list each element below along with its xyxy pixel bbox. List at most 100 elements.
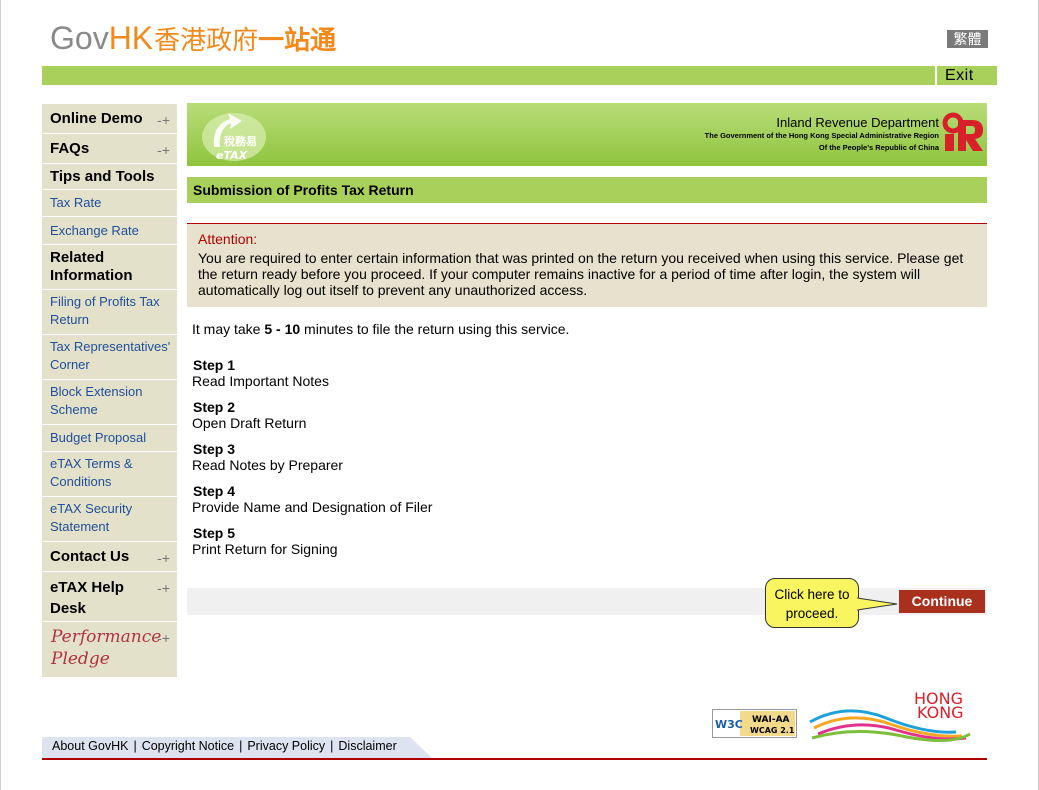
label-line: Pledge — [51, 649, 110, 669]
wcag-text: WAI-AA — [752, 715, 790, 725]
sidebar-item-performance-pledge[interactable]: Performance Pledge -+ — [42, 622, 177, 677]
callout-pointer-icon — [857, 597, 898, 611]
footer-separator: | — [133, 739, 137, 753]
sidebar: Online Demo -+ FAQs -+ Tips and Tools Ta… — [42, 104, 177, 677]
sidebar-item-label: Filing of Profits Tax Return — [50, 293, 160, 329]
step-description: Open Draft Return — [192, 415, 307, 431]
footer-separator: | — [330, 739, 334, 753]
department-subtitle: The Government of the Hong Kong Special … — [704, 131, 939, 140]
sidebar-item-label: Tax Rate — [50, 195, 102, 210]
label-line: Desk — [50, 600, 86, 617]
exit-button[interactable]: Exit — [945, 67, 974, 85]
sidebar-item-tax-representatives-corner[interactable]: Tax Representatives' Corner — [42, 335, 177, 380]
label-line: Scheme — [50, 402, 98, 417]
sidebar-heading-related-information: Related Information — [42, 245, 177, 290]
logo-hk-text: HK — [108, 20, 154, 56]
label-line: Corner — [50, 357, 90, 372]
etax-en-text: eTAX — [216, 149, 248, 162]
label-line: Return — [50, 312, 90, 327]
etax-zh-text: 稅務易 — [224, 134, 257, 148]
duration-value: 5 - 10 — [264, 321, 301, 337]
logo-zh-bold-text: 一站通 — [258, 25, 337, 55]
sidebar-item-etax-help-desk[interactable]: eTAX Help Desk -+ — [42, 572, 177, 622]
label-line: Information — [50, 267, 133, 284]
sidebar-item-label: Budget Proposal — [50, 430, 147, 445]
footer-separator: | — [239, 739, 243, 753]
top-green-bar — [42, 66, 935, 85]
expand-icon: -+ — [157, 580, 170, 596]
label-line: Performance — [51, 627, 162, 647]
footer-link-about-govhk[interactable]: About GovHK — [52, 739, 128, 753]
wcag-badge-icon[interactable]: W3C WAI-AA WCAG 2.1 — [712, 709, 797, 738]
sidebar-item-tax-rate[interactable]: Tax Rate — [42, 190, 177, 217]
sidebar-item-label: FAQs — [50, 140, 90, 157]
duration-note-prefix: It may take — [192, 321, 265, 337]
sidebar-item-label: Exchange Rate — [50, 223, 139, 238]
brand-text: KONG — [917, 703, 964, 722]
sidebar-item-contact-us[interactable]: Contact Us -+ — [42, 542, 177, 572]
sidebar-item-etax-terms-conditions[interactable]: eTAX Terms & Conditions — [42, 452, 177, 497]
callout-text: Click here to proceed. — [765, 585, 859, 623]
label-line: Block Extension — [50, 384, 143, 399]
sidebar-item-etax-security-statement[interactable]: eTAX Security Statement — [42, 497, 177, 542]
expand-icon: -+ — [157, 142, 170, 158]
sidebar-item-label: Contact Us — [50, 548, 130, 565]
sidebar-item-exchange-rate[interactable]: Exchange Rate — [42, 217, 177, 245]
footer-links: About GovHK | Copyright Notice | Privacy… — [52, 739, 397, 753]
govhk-logo[interactable]: Gov HK 香港政府 一站通 — [50, 20, 336, 60]
continue-button[interactable]: Continue — [899, 590, 985, 613]
duration-note: It may take 5 - 10 minutes to file the r… — [192, 321, 569, 337]
sidebar-item-label: Block Extension Scheme — [50, 383, 143, 419]
step-description: Read Notes by Preparer — [192, 457, 343, 473]
sidebar-item-filing-profits-tax-return[interactable]: Filing of Profits Tax Return — [42, 290, 177, 335]
label-line: Tax Representatives' — [50, 339, 171, 354]
sidebar-item-label: eTAX Help Desk — [50, 577, 124, 619]
sidebar-item-online-demo[interactable]: Online Demo -+ — [42, 104, 177, 134]
page-border — [0, 0, 1, 790]
sidebar-item-budget-proposal[interactable]: Budget Proposal — [42, 425, 177, 452]
footer-link-privacy-policy[interactable]: Privacy Policy — [247, 739, 325, 753]
step-title: Step 1 — [193, 357, 236, 373]
step-description: Provide Name and Designation of Filer — [192, 499, 433, 515]
sidebar-item-label: eTAX Security Statement — [50, 500, 132, 536]
w3c-text: W3C — [715, 718, 743, 731]
language-toggle-button[interactable]: 繁體 — [947, 30, 988, 48]
step-description: Print Return for Signing — [192, 541, 338, 557]
label-line: Related — [50, 249, 105, 266]
step-description: Read Important Notes — [192, 373, 329, 389]
department-subtitle: Of the People's Republic of China — [818, 143, 939, 152]
attention-message: You are required to enter certain inform… — [198, 250, 964, 298]
sidebar-item-label: Online Demo — [50, 110, 143, 127]
label-line: Filing of Profits Tax — [50, 294, 160, 309]
logo-zh-text: 香港政府 — [154, 25, 259, 55]
wcag-text: WCAG 2.1 — [750, 726, 795, 735]
step-title: Step 3 — [193, 441, 236, 457]
sidebar-item-label: Related Information — [50, 249, 133, 285]
callout-line: Click here to — [774, 587, 850, 602]
department-name: Inland Revenue Department — [776, 115, 939, 130]
footer-divider — [42, 758, 987, 760]
sidebar-item-block-extension-scheme[interactable]: Block Extension Scheme — [42, 380, 177, 425]
page-title: Submission of Profits Tax Return — [193, 182, 414, 198]
duration-note-suffix: minutes to file the return using this se… — [300, 321, 570, 337]
sidebar-item-label: Tax Representatives' Corner — [50, 338, 170, 374]
label-line: eTAX Help — [50, 579, 124, 596]
sidebar-heading-tips-and-tools: Tips and Tools — [42, 164, 177, 190]
step-title: Step 4 — [193, 483, 236, 499]
attention-label: Attention: — [198, 231, 258, 247]
step-title: Step 2 — [193, 399, 236, 415]
performance-pledge-logo: Performance Pledge — [51, 626, 161, 670]
label-line: eTAX Security — [50, 501, 133, 516]
ird-logo-icon — [942, 112, 983, 151]
sidebar-item-faqs[interactable]: FAQs -+ — [42, 134, 177, 164]
expand-icon: -+ — [157, 630, 170, 646]
footer-link-disclaimer[interactable]: Disclaimer — [338, 739, 396, 753]
step-title: Step 5 — [193, 525, 236, 541]
label-line: Statement — [50, 519, 110, 534]
footer-link-copyright-notice[interactable]: Copyright Notice — [142, 739, 234, 753]
etax-logo-icon: 稅務易 eTAX — [202, 113, 266, 162]
sidebar-item-label: eTAX Terms & Conditions — [50, 455, 133, 491]
label-line: eTAX Terms & — [50, 456, 133, 471]
callout-line: proceed. — [785, 606, 839, 621]
logo-gov-text: Gov — [50, 20, 109, 56]
